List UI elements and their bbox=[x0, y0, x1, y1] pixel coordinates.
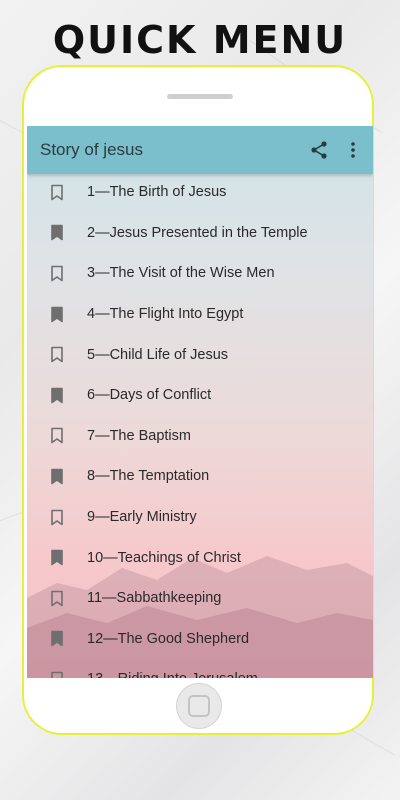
bookmark-outline-icon[interactable] bbox=[27, 427, 87, 444]
chapter-title: 10—Teachings of Christ bbox=[87, 549, 241, 566]
chapter-list-item[interactable]: 6—Days of Conflict bbox=[27, 375, 373, 416]
bookmark-outline-icon[interactable] bbox=[27, 265, 87, 282]
bookmark-filled-icon[interactable] bbox=[27, 306, 87, 323]
promo-title: QUICK MENU bbox=[52, 18, 348, 62]
chapter-list-item[interactable]: 8—The Temptation bbox=[27, 456, 373, 497]
chapter-list: 1—The Birth of Jesus 2—Jesus Presented in… bbox=[27, 172, 373, 678]
chapter-title: 6—Days of Conflict bbox=[87, 387, 212, 404]
app-title: Story of jesus bbox=[40, 140, 143, 159]
chapter-list-item[interactable]: 3—The Visit of the Wise Men bbox=[27, 253, 373, 294]
home-button-icon bbox=[188, 695, 210, 717]
chapter-title: 13—Riding Into Jerusalem bbox=[87, 671, 258, 678]
home-button[interactable] bbox=[176, 683, 222, 729]
bookmark-outline-icon[interactable] bbox=[27, 509, 87, 526]
chapter-list-item[interactable]: 10—Teachings of Christ bbox=[27, 537, 373, 578]
more-vert-icon[interactable] bbox=[341, 138, 365, 162]
bookmark-outline-icon[interactable] bbox=[27, 346, 87, 363]
share-icon[interactable] bbox=[307, 138, 331, 162]
bookmark-filled-icon[interactable] bbox=[27, 549, 87, 566]
chapter-list-item[interactable]: 11—Sabbathkeeping bbox=[27, 578, 373, 619]
chapter-title: 7—The Baptism bbox=[87, 427, 191, 444]
bookmark-filled-icon[interactable] bbox=[27, 387, 87, 404]
app-screen: Story of jesus 1—The Birth of Jesus 2—Jes… bbox=[27, 126, 373, 678]
bookmark-outline-icon[interactable] bbox=[27, 590, 87, 607]
bookmark-filled-icon[interactable] bbox=[27, 468, 87, 485]
chapter-title: 12—The Good Shepherd bbox=[87, 630, 250, 647]
chapter-list-item[interactable]: 7—The Baptism bbox=[27, 416, 373, 457]
bookmark-filled-icon[interactable] bbox=[27, 630, 87, 647]
chapter-title: 4—The Flight Into Egypt bbox=[87, 306, 244, 323]
chapter-title: 1—The Birth of Jesus bbox=[87, 184, 227, 201]
chapter-list-item[interactable]: 1—The Birth of Jesus bbox=[27, 172, 373, 213]
chapter-title: 3—The Visit of the Wise Men bbox=[87, 265, 275, 282]
phone-speaker bbox=[167, 94, 233, 99]
chapter-title: 11—Sabbathkeeping bbox=[87, 590, 222, 607]
chapter-title: 2—Jesus Presented in the Temple bbox=[87, 224, 308, 241]
app-bar: Story of jesus bbox=[27, 126, 373, 174]
chapter-title: 5—Child Life of Jesus bbox=[87, 346, 229, 363]
chapter-list-item[interactable]: 5—Child Life of Jesus bbox=[27, 334, 373, 375]
bookmark-filled-icon[interactable] bbox=[27, 224, 87, 241]
chapter-list-item[interactable]: 13—Riding Into Jerusalem bbox=[27, 659, 373, 678]
chapter-title: 8—The Temptation bbox=[87, 468, 210, 485]
chapter-list-item[interactable]: 12—The Good Shepherd bbox=[27, 619, 373, 660]
chapter-list-item[interactable]: 2—Jesus Presented in the Temple bbox=[27, 213, 373, 254]
chapter-list-item[interactable]: 4—The Flight Into Egypt bbox=[27, 294, 373, 335]
bookmark-outline-icon[interactable] bbox=[27, 671, 87, 678]
chapter-list-item[interactable]: 9—Early Ministry bbox=[27, 497, 373, 538]
chapter-title: 9—Early Ministry bbox=[87, 509, 197, 526]
bookmark-outline-icon[interactable] bbox=[27, 184, 87, 201]
